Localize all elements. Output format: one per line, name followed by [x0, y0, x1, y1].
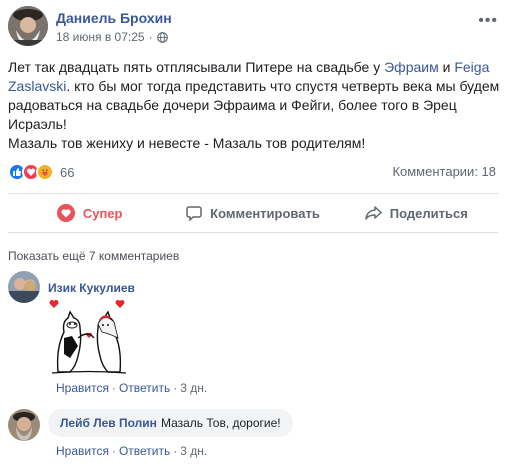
post-text-part2: . кто бы мог тогда представить что спуст…	[8, 78, 500, 132]
comment-reply-link[interactable]: Ответить	[119, 381, 170, 395]
divider	[8, 193, 498, 194]
post-text-part1: Лет так двадцать пять отплясывали Питере…	[8, 59, 385, 75]
comment-actions: Нравится · Ответить · 3 дн.	[56, 444, 208, 458]
heart-icon	[56, 204, 75, 222]
comments-count-link[interactable]: Комментарии: 18	[392, 164, 496, 179]
comment-time[interactable]: 3 дн.	[180, 444, 207, 458]
author-avatar[interactable]	[8, 6, 48, 46]
reactions-summary[interactable]: 66	[8, 162, 74, 182]
divider	[8, 232, 498, 233]
comment-icon	[186, 206, 202, 221]
wedding-sticker[interactable]	[48, 298, 130, 376]
comment-like-link[interactable]: Нравится	[56, 381, 109, 395]
post-text-line2: Мазаль тов жениху и невесте - Мазаль тов…	[8, 135, 366, 151]
tag-efraim[interactable]: Эфраим	[384, 59, 439, 75]
comment-button[interactable]: Комментировать	[171, 198, 334, 228]
share-label: Поделиться	[389, 205, 468, 221]
share-button[interactable]: Поделиться	[335, 198, 498, 228]
care-reaction-icon	[36, 163, 54, 181]
commenter-name[interactable]: Лейб Лев Полин	[60, 416, 157, 430]
comment-time[interactable]: 3 дн.	[180, 381, 207, 395]
commenter-avatar[interactable]	[8, 271, 40, 303]
comment-label: Комментировать	[210, 205, 320, 221]
commenter-avatar[interactable]	[8, 409, 40, 441]
post-actions: Супер Комментировать Поделиться	[8, 198, 498, 228]
post-text-and: и	[438, 59, 455, 75]
post-meta: 18 июня в 07:25 ·	[56, 30, 168, 44]
share-icon	[365, 206, 382, 220]
post: Даниель Брохин 18 июня в 07:25 · ••• Лет…	[0, 0, 506, 469]
post-timestamp[interactable]: 18 июня в 07:25	[56, 30, 145, 44]
post-text: Лет так двадцать пять отплясывали Питере…	[8, 58, 500, 153]
author-name[interactable]: Даниель Брохин	[56, 10, 172, 26]
like-button[interactable]: Супер	[8, 198, 171, 228]
post-header: Даниель Брохин 18 июня в 07:25 · •••	[8, 6, 498, 50]
reactions-count: 66	[60, 164, 75, 180]
like-label: Супер	[82, 205, 123, 221]
comment-reply-link[interactable]: Ответить	[119, 444, 170, 458]
comment-actions: Нравится · Ответить · 3 дн.	[56, 381, 208, 395]
show-more-comments-link[interactable]: Показать ещё 7 комментариев	[8, 249, 179, 263]
commenter-name[interactable]: Изик Кукулиев	[48, 281, 135, 295]
comment-like-link[interactable]: Нравится	[56, 444, 109, 458]
comment-bubble: Лейб Лев Полин Мазаль Тов, дорогие!	[48, 409, 293, 437]
globe-icon	[156, 31, 168, 43]
more-options-button[interactable]: •••	[478, 12, 498, 30]
comment-text: Мазаль Тов, дорогие!	[160, 416, 281, 430]
